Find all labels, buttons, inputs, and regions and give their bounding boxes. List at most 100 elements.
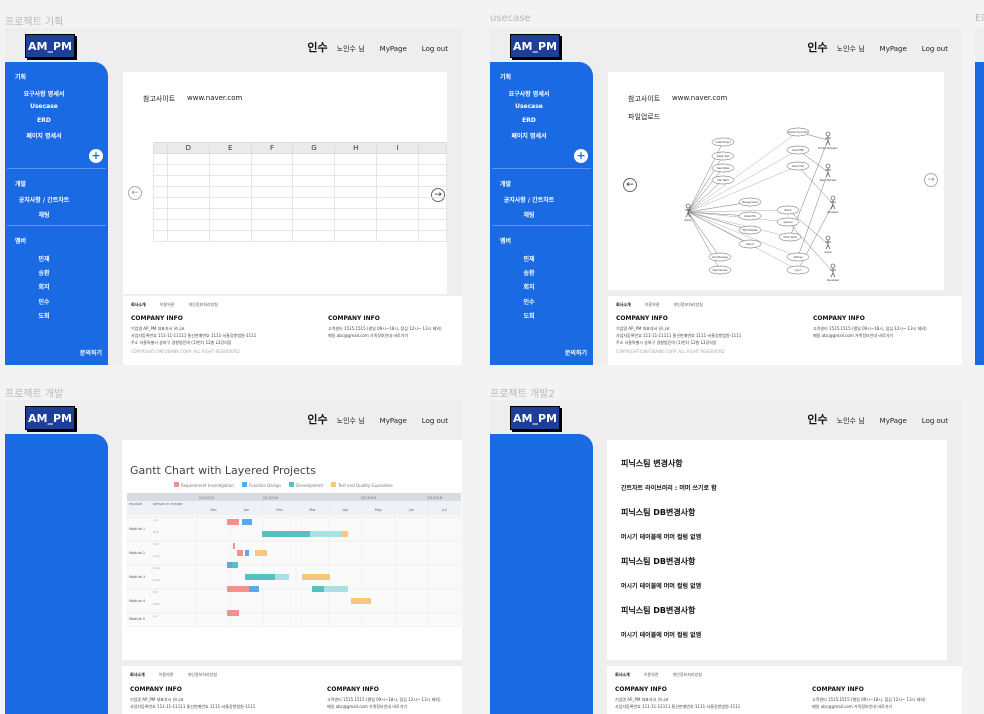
gantt-month-label: Jun xyxy=(408,508,414,512)
gantt-module-label: Module 1 xyxy=(129,527,145,531)
footer-line: 고객센터 1515.1515 (평일 09시~18시, 점심 12시~ 13시 … xyxy=(328,326,442,331)
app-header: AM_PM 인수 노인수 님 MyPage Log out xyxy=(490,28,962,64)
sidebar: 기획 요구사항 명세서 Usecase ERD 페이지 명세서 + 개발 공지사… xyxy=(490,62,593,365)
note-detail: 머시기 테이블에 머머 컬럼 없앰 xyxy=(621,632,702,639)
mypage-link[interactable]: MyPage xyxy=(880,45,907,53)
gantt-bar xyxy=(227,610,239,616)
footer: 회사소개 이용약관 개인정보처리방침 COMPANY INFO 기업명 AP_P… xyxy=(122,666,462,714)
sidebar-item-requirements[interactable]: 요구사항 명세서 xyxy=(490,89,568,98)
app-logo[interactable]: AM_PM xyxy=(510,34,560,58)
actor-icon xyxy=(830,263,836,269)
footer-tab[interactable]: 회사소개 xyxy=(130,672,145,678)
logout-link[interactable]: Log out xyxy=(922,45,948,53)
legend-item: Development xyxy=(289,482,323,488)
gantt-person-label: Mark xyxy=(153,602,161,606)
sidebar-item-page-spec[interactable]: 페이지 명세서 xyxy=(5,131,83,140)
sidebar-item-page-spec[interactable]: 페이지 명세서 xyxy=(490,131,568,140)
sidebar-section-dev: 개발 xyxy=(15,181,27,188)
user-name: 인수 xyxy=(307,41,328,54)
actor-icon xyxy=(832,204,836,210)
actor-icon xyxy=(830,195,836,201)
sidebar: 기획 요구사항 명세서 Usecase ERD 페이지 명세서 + 개발 공지사… xyxy=(5,62,108,365)
footer-tab[interactable]: 이용약관 xyxy=(645,302,660,308)
prev-arrow-icon[interactable]: ← xyxy=(623,178,637,192)
mypage-link[interactable]: MyPage xyxy=(380,45,407,53)
add-plan-button[interactable]: + xyxy=(89,149,103,163)
frame-usecase: AM_PM 인수 노인수 님 MyPage Log out 기획 요구사항 명세… xyxy=(490,28,962,365)
sidebar-item-notice-gantt[interactable]: 공지사항 / 간트차트 xyxy=(490,195,568,204)
sidebar-item-usecase[interactable]: Usecase xyxy=(5,103,83,110)
contact-link[interactable]: 문의하기 xyxy=(565,348,587,357)
logout-link[interactable]: Log out xyxy=(922,417,948,425)
frame-label-dev2: 프로젝트 개발2 xyxy=(490,389,555,400)
sidebar-member[interactable]: 회지 xyxy=(490,282,568,291)
footer-tab[interactable]: 이용약관 xyxy=(644,672,659,678)
app-logo[interactable]: AM_PM xyxy=(25,34,75,58)
sidebar-member[interactable]: 민재 xyxy=(5,254,83,263)
usecase-label: Review Document xyxy=(788,131,808,134)
sheet-col: E xyxy=(208,142,252,154)
footer-tab[interactable]: 개인정보처리방침 xyxy=(188,302,217,308)
footer-company-title: COMPANY INFO xyxy=(812,686,864,693)
sidebar-item-chat[interactable]: 채팅 xyxy=(490,210,568,219)
gantt-month-label: Dec xyxy=(210,508,217,512)
actor-label: Project Manager xyxy=(818,147,837,150)
sidebar-member[interactable]: 도희 xyxy=(5,311,83,320)
file-upload-label[interactable]: 파일업로드 xyxy=(628,112,660,122)
footer-tab[interactable]: 회사소개 xyxy=(615,672,630,678)
next-arrow-icon[interactable]: → xyxy=(924,173,938,187)
sidebar-item-erd[interactable]: ERD xyxy=(5,117,83,124)
footer-line: 고객센터 1515.1515 (평일 09시~18시, 점심 12시~ 13시 … xyxy=(327,697,441,702)
footer-tab[interactable]: 회사소개 xyxy=(616,302,631,308)
legend-item: Requirement Investigation xyxy=(174,482,234,488)
gantt-quarter-label: Q4,2015 xyxy=(199,496,214,500)
reference-site-link[interactable]: www.naver.com xyxy=(187,94,242,102)
sidebar-item-chat[interactable]: 채팅 xyxy=(5,210,83,219)
mypage-link[interactable]: MyPage xyxy=(880,417,907,425)
footer-tab[interactable]: 이용약관 xyxy=(160,302,175,308)
footer-tab[interactable]: 이용약관 xyxy=(159,672,174,678)
gantt-bar xyxy=(342,531,348,537)
gantt-month-label: Mar xyxy=(309,508,316,512)
footer-tab[interactable]: 개인정보처리방침 xyxy=(672,672,701,678)
usecase-label: Edit Schedule xyxy=(743,229,759,232)
usecase-label: Manage Users xyxy=(742,201,758,204)
reference-site-label: 참고사이트 xyxy=(143,95,176,103)
sidebar-member[interactable]: 인수 xyxy=(490,297,568,306)
sidebar-member[interactable]: 승환 xyxy=(5,268,83,277)
usecase-link xyxy=(797,171,829,258)
prev-arrow-icon[interactable]: ← xyxy=(128,186,142,200)
gantt-bar xyxy=(242,519,252,525)
actor-icon xyxy=(827,244,831,250)
usecase-diagram: Create Project Assign Task View Status Plan… xyxy=(684,127,839,282)
sidebar-member[interactable]: 승환 xyxy=(490,268,568,277)
reference-site-link[interactable]: www.naver.com xyxy=(672,94,727,102)
app-logo[interactable]: AM_PM xyxy=(25,406,75,430)
footer: 회사소개 이용약관 개인정보처리방침 COMPANY INFO 기업명 AP_P… xyxy=(607,666,962,714)
footer-tab[interactable]: 회사소개 xyxy=(131,302,146,308)
app-logo[interactable]: AM_PM xyxy=(510,406,560,430)
logout-link[interactable]: Log out xyxy=(422,45,448,53)
gantt-bar xyxy=(227,586,249,592)
usecase-link xyxy=(687,167,724,213)
sidebar-member[interactable]: 도희 xyxy=(490,311,568,320)
sidebar-member[interactable]: 회지 xyxy=(5,282,83,291)
sidebar-item-requirements[interactable]: 요구사항 명세서 xyxy=(5,89,83,98)
footer-tab[interactable]: 개인정보처리방침 xyxy=(673,302,702,308)
sidebar-member[interactable]: 인수 xyxy=(5,297,83,306)
sidebar-divider xyxy=(7,225,106,226)
logout-link[interactable]: Log out xyxy=(422,417,448,425)
sidebar-member[interactable]: 민재 xyxy=(490,254,568,263)
sheet-col xyxy=(153,142,168,154)
sidebar-item-usecase[interactable]: Usecase xyxy=(490,103,568,110)
note-heading: 피닉스팀 DB변경사항 xyxy=(621,508,696,517)
note-detail: 간트차트 라이브러리 : 머머 쓰기로 함 xyxy=(621,485,717,492)
add-plan-button[interactable]: + xyxy=(574,149,588,163)
header-user-nav: 인수 노인수 님 MyPage Log out xyxy=(307,411,448,427)
app-header: AM_PM 인수 노인수 님 MyPage Log out xyxy=(5,28,462,64)
sidebar-item-notice-gantt[interactable]: 공지사항 / 간트차트 xyxy=(5,195,83,204)
contact-link[interactable]: 문의하기 xyxy=(80,348,102,357)
footer-tab[interactable]: 개인정보처리방침 xyxy=(187,672,216,678)
sidebar-item-erd[interactable]: ERD xyxy=(490,117,568,124)
mypage-link[interactable]: MyPage xyxy=(380,417,407,425)
